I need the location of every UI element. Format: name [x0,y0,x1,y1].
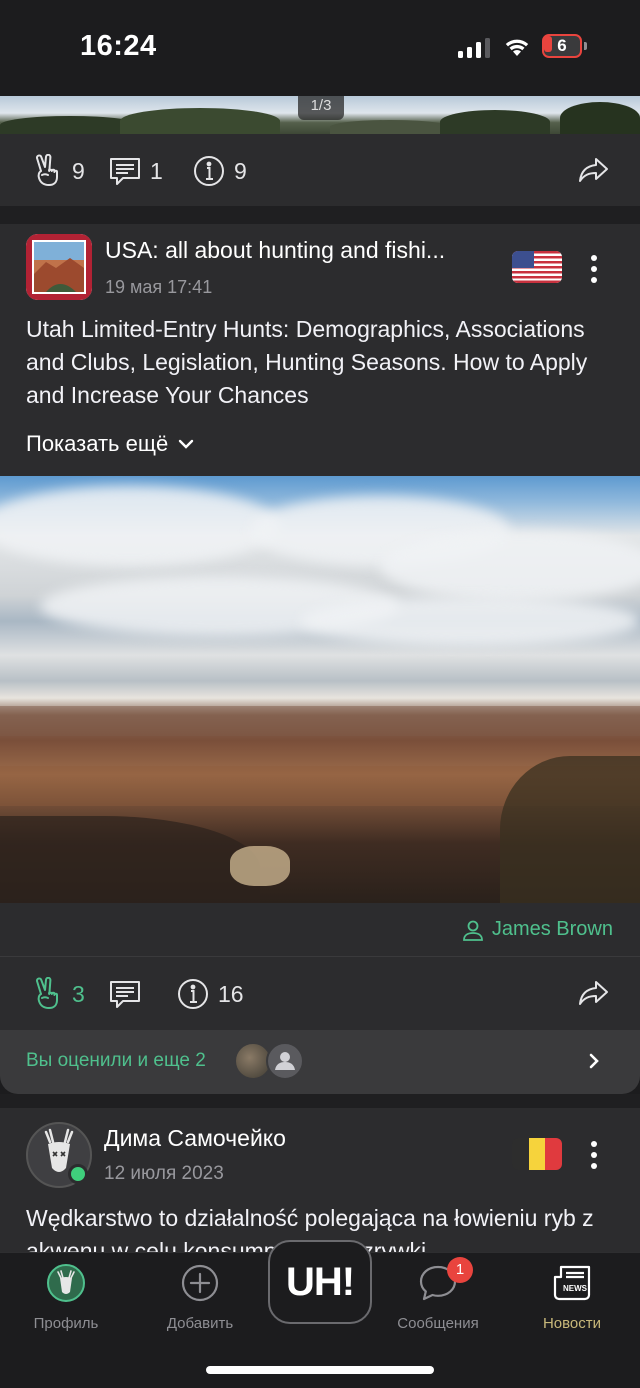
gallery-pager: 1/3 [298,96,344,120]
chevron-down-icon [179,439,194,449]
photo-credit[interactable]: James Brown [462,918,613,941]
views-info[interactable]: 16 [176,957,244,1031]
group-avatar[interactable] [26,234,92,300]
online-indicator [68,1164,88,1184]
previous-post-photo[interactable]: 1/3 [0,96,640,134]
chevron-right-icon [589,1053,599,1069]
share-button[interactable] [576,134,610,208]
comment-icon [110,981,140,1008]
tab-profile-label: Профиль [33,1315,99,1332]
photo-credit-name: James Brown [491,918,613,940]
tab-news-label: Новости [542,1315,602,1332]
messages-badge: 1 [447,1257,473,1283]
group-title[interactable]: USA: all about hunting and fishi... [105,237,445,264]
post-body: Utah Limited-Entry Hunts: Demographics, … [26,316,588,408]
belgium-flag-icon [512,1138,562,1170]
user-icon [462,920,483,941]
user-icon [275,1052,295,1070]
status-time: 16:24 [80,30,157,62]
show-more-button[interactable]: Показать ещё [26,431,194,457]
liked-by-bar[interactable]: Вы оценили и еще 2 [0,1030,640,1094]
feed-divider [0,206,640,224]
battery-indicator: 6 [542,34,588,58]
post-date: 12 июля 2023 [104,1163,224,1184]
feed-divider [0,1094,640,1108]
status-bar: 16:24 6 [0,0,640,96]
view-count: 16 [218,980,244,1007]
like-button[interactable]: 9 [30,134,85,208]
share-icon [579,158,608,182]
comments-button[interactable]: 1 [108,134,163,208]
comment-icon [110,158,140,185]
comments-button[interactable] [108,957,142,1031]
author-name[interactable]: Дима Самочейко [104,1125,286,1152]
post-card: 9 1 9 [0,134,640,206]
usa-flag-icon [512,251,562,283]
share-button[interactable] [576,957,610,1031]
tab-messages[interactable]: Сообщения [383,1263,493,1332]
add-circle-icon [181,1264,219,1302]
liked-summary: Вы оценили и еще 2 [26,1050,206,1071]
more-options-icon[interactable] [586,1138,602,1174]
like-count: 9 [72,157,85,184]
wifi-icon [505,39,529,56]
info-icon [178,979,208,1009]
liker-avatar [266,1042,304,1080]
victory-hand-icon [36,154,58,186]
tab-profile[interactable]: Профиль [11,1263,121,1332]
view-count: 9 [234,157,247,184]
comment-count: 1 [150,157,163,184]
tab-messages-label: Сообщения [397,1315,479,1332]
svg-text:NEWS: NEWS [563,1284,588,1293]
tab-add-label: Добавить [166,1315,234,1332]
like-count: 3 [72,980,85,1007]
show-more-label: Показать ещё [26,431,169,456]
tab-add[interactable]: Добавить [145,1263,255,1332]
uh-center-button[interactable]: UH! [268,1240,372,1324]
profile-avatar-icon [47,1264,85,1302]
post-date: 19 мая 17:41 [105,277,213,297]
more-options-icon[interactable] [586,252,602,288]
victory-hand-icon [36,977,58,1009]
like-button[interactable]: 3 [30,957,85,1031]
tab-news[interactable]: NEWS Новости [517,1263,627,1332]
views-info[interactable]: 9 [192,134,247,208]
post-photo[interactable] [0,476,640,903]
newspaper-icon: NEWS [553,1265,591,1301]
home-indicator[interactable] [206,1366,434,1374]
info-icon [194,156,224,186]
cellular-signal-icon [458,38,490,58]
share-icon [579,981,608,1005]
